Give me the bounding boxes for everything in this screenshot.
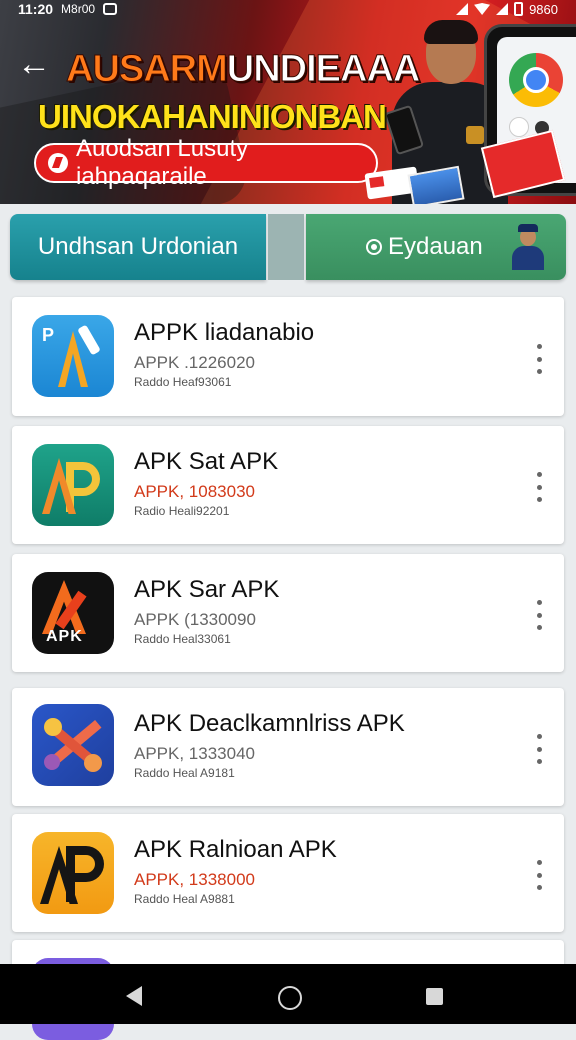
list-item[interactable]: APK Sat APK APPK, 1083030 Radio Heali922… <box>12 426 564 544</box>
app-version: APPK, 1333040 <box>134 744 255 763</box>
apk-ap-teal-icon <box>32 444 114 526</box>
more-options-icon[interactable] <box>532 734 546 764</box>
app-version: APPK (1330090 <box>134 610 256 629</box>
list-item[interactable]: APK APK Sar APK APPK (1330090 Raddo Heal… <box>12 554 564 672</box>
status-bar: 11:20 M8r00 9860 <box>0 0 576 18</box>
app-name: APPK liadanabio <box>134 319 315 346</box>
app-version: APPK, 1338000 <box>134 870 255 889</box>
chrome-icon <box>509 53 563 107</box>
icon-shape <box>77 324 101 356</box>
icon-letter: P <box>42 325 55 345</box>
app-name: APK Sat APK <box>134 448 279 475</box>
apk-black-icon: APK <box>32 572 114 654</box>
status-time: 11:20 <box>18 1 54 17</box>
hero-banner: 11:20 M8r00 9860 ← AUSARMUNDIEAAA UINOKA… <box>0 0 576 204</box>
more-options-icon[interactable] <box>532 344 546 374</box>
app-name: APK Ralnioan APK <box>134 836 337 863</box>
more-options-icon[interactable] <box>532 860 546 890</box>
banner-title: AUSARMUNDIEAAA <box>66 48 421 91</box>
uniform-badge <box>466 126 484 144</box>
back-arrow-icon[interactable]: ← <box>14 44 54 84</box>
banner-pill[interactable]: Auodsan Lusuty iahpaqaraile <box>34 135 378 190</box>
more-options-icon[interactable] <box>532 600 546 630</box>
navigation-bar <box>0 964 576 1024</box>
status-carrier: M8r00 <box>61 2 96 16</box>
icon-label: APK <box>46 628 83 645</box>
banner-pill-text: Auodsan Lusuty iahpaqaraile <box>76 135 249 190</box>
app-meta: Raddo Heal A9181 <box>134 766 235 780</box>
action-buttons: Undhsan Urdonian Eydauan <box>10 214 566 280</box>
banner-title-part1: AUSARM <box>66 48 229 91</box>
nav-recents-icon[interactable] <box>426 988 443 1005</box>
app-meta: Raddo Heal33061 <box>134 632 231 646</box>
list-item[interactable]: P APPK liadanabio APPK .1226020 Raddo He… <box>12 297 564 416</box>
signal-icon <box>456 3 469 15</box>
app-name: APK Sar APK <box>134 576 280 603</box>
icon-shape <box>68 846 104 882</box>
more-options-icon[interactable] <box>532 472 546 502</box>
icon-shape <box>84 754 102 772</box>
secondary-action-button[interactable]: Eydauan <box>306 214 566 280</box>
app-version: APPK .1226020 <box>134 353 255 372</box>
banner-subtitle: UINOKAHANINIONBAN <box>38 98 387 135</box>
nav-back-icon[interactable] <box>126 986 142 1006</box>
list-item[interactable]: APK Ralnioan APK APPK, 1338000 Raddo Hea… <box>12 814 564 932</box>
list-item[interactable]: APK Deaclkamnlriss APK APPK, 1333040 Rad… <box>12 688 564 806</box>
button-separator <box>268 214 304 280</box>
officer-avatar <box>508 224 548 272</box>
battery-text: 9860 <box>529 1 558 17</box>
apk-ap-yellow-icon <box>32 832 114 914</box>
status-right: 9860 <box>456 2 558 17</box>
notification-icon <box>103 3 118 15</box>
battery-icon <box>514 2 524 16</box>
nav-home-icon[interactable] <box>278 986 302 1010</box>
signal-icon <box>496 3 509 15</box>
phone-dot <box>509 117 529 137</box>
flag-icon <box>48 153 68 173</box>
wifi-icon <box>474 3 491 15</box>
banner-title-part2: UNDIEAAA <box>226 48 421 91</box>
chat-icon <box>366 239 382 255</box>
app-version: APPK, 1083030 <box>134 482 255 501</box>
icon-shape <box>44 754 60 770</box>
app-meta: Raddo Heaf93061 <box>134 375 232 389</box>
primary-action-button[interactable]: Undhsan Urdonian <box>10 214 266 280</box>
apk-a-blue-icon: P <box>32 315 114 397</box>
icon-shape <box>68 462 100 496</box>
avatar-body <box>512 246 544 270</box>
apk-cross-blue-icon <box>32 704 114 786</box>
app-meta: Radio Heali92201 <box>134 504 230 518</box>
icon-shape <box>44 718 62 736</box>
app-name: APK Deaclkamnlriss APK <box>134 710 405 737</box>
app-meta: Raddo Heal A9881 <box>134 892 235 906</box>
person-hair <box>424 20 478 44</box>
avatar-cap <box>518 224 538 232</box>
secondary-action-label: Eydauan <box>388 233 483 260</box>
